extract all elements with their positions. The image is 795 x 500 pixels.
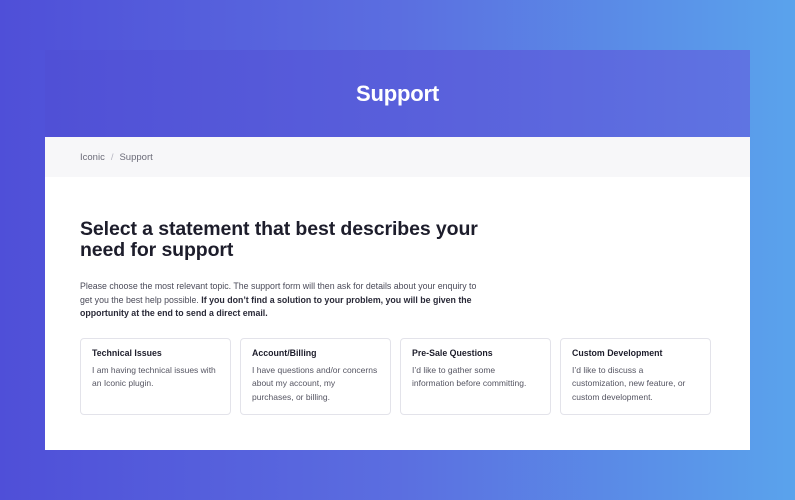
card-title: Pre-Sale Questions [412, 347, 493, 358]
topic-card-pre-sale-questions[interactable]: Pre-Sale Questions I’d like to gather so… [400, 337, 551, 415]
section-heading: Select a statement that best describes y… [80, 218, 478, 261]
card-description: I am having technical issues with an Ico… [92, 364, 216, 389]
topic-card-list: Technical Issues I am having technical i… [80, 337, 715, 415]
main-content: Select a statement that best describes y… [45, 177, 750, 415]
topic-card-technical-issues[interactable]: Technical Issues I am having technical i… [80, 337, 231, 415]
card-title: Account/Billing [252, 347, 317, 358]
card-description: I’d like to gather some information befo… [412, 364, 527, 389]
topic-card-account-billing[interactable]: Account/Billing I have questions and/or … [240, 337, 391, 415]
breadcrumb-home-link[interactable]: Iconic [80, 152, 105, 163]
card-title: Technical Issues [92, 347, 162, 358]
card-title: Custom Development [572, 347, 663, 358]
support-page: Support Iconic / Support Select a statem… [45, 50, 750, 450]
topic-card-custom-development[interactable]: Custom Development I’d like to discuss a… [560, 337, 711, 415]
intro-paragraph: Please choose the most relevant topic. T… [80, 280, 490, 321]
breadcrumb: Iconic / Support [45, 137, 750, 177]
page-title: Support [356, 80, 439, 106]
hero-banner: Support [45, 50, 750, 137]
breadcrumb-separator: / [110, 151, 114, 163]
card-description: I’d like to discuss a customization, new… [572, 364, 686, 402]
breadcrumb-current: Support [119, 151, 153, 163]
card-description: I have questions and/or concerns about m… [252, 364, 378, 402]
